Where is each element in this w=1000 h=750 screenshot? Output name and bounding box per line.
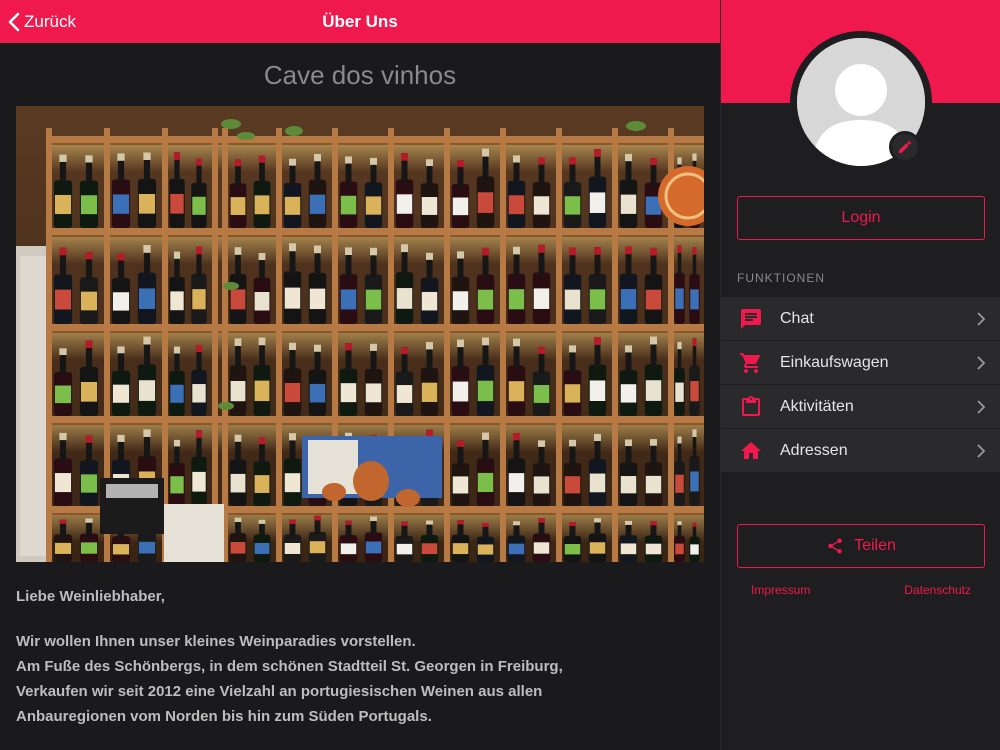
- share-button[interactable]: Teilen: [737, 524, 985, 568]
- app-root: Zurück Über Uns Cave dos vinhos Liebe We…: [0, 0, 1000, 750]
- menu-item-chat[interactable]: Chat: [721, 297, 1000, 341]
- side-panel: Login FUNKTIONEN Chat Einkaufswagen Akti…: [720, 0, 1000, 750]
- pencil-icon: [899, 140, 911, 153]
- edit-avatar-button[interactable]: [889, 131, 921, 163]
- clipboard-icon: [742, 396, 760, 416]
- chevron-right-icon: [977, 356, 985, 370]
- menu-item-addresses[interactable]: Adressen: [721, 429, 1000, 473]
- menu-item-label: Chat: [780, 310, 814, 327]
- about-line: Am Fuße des Schönbergs, in dem schönen S…: [16, 658, 563, 675]
- menu-item-activities[interactable]: Aktivitäten: [721, 385, 1000, 429]
- cart-icon: [740, 353, 761, 373]
- menu-item-cart[interactable]: Einkaufswagen: [721, 341, 1000, 385]
- login-button[interactable]: Login: [737, 196, 985, 240]
- menu-item-label: Adressen: [780, 442, 848, 459]
- chevron-right-icon: [977, 312, 985, 326]
- impressum-link[interactable]: Impressum: [751, 583, 810, 597]
- about-line: Wir wollen Ihnen unser kleines Weinparad…: [16, 633, 416, 650]
- content-heading: Cave dos vinhos: [263, 60, 457, 90]
- greeting-text: Liebe Weinliebhaber,: [16, 588, 165, 605]
- datenschutz-link[interactable]: Datenschutz: [904, 583, 971, 597]
- main-content: Zurück Über Uns Cave dos vinhos Liebe We…: [0, 0, 720, 750]
- chat-icon: [741, 309, 761, 329]
- top-bar: Zurück Über Uns: [0, 0, 720, 43]
- home-icon: [741, 442, 761, 459]
- about-line: Anbauregionen vom Norden bis hin zum Süd…: [16, 708, 432, 725]
- menu-item-label: Aktivitäten: [780, 398, 854, 415]
- chevron-right-icon: [977, 444, 985, 458]
- functions-menu: Chat Einkaufswagen Aktivitäten Adressen: [721, 297, 1000, 473]
- chevron-right-icon: [977, 400, 985, 414]
- wine-shelf-photo: [16, 106, 704, 562]
- about-line: Verkaufen wir seit 2012 eine Vielzahl an…: [16, 683, 543, 700]
- share-icon: [828, 538, 842, 554]
- menu-item-label: Einkaufswagen: [780, 354, 889, 371]
- about-text: Liebe Weinliebhaber, Wir wollen Ihnen un…: [16, 588, 706, 729]
- page-title: Über Uns: [322, 12, 398, 31]
- functions-section-label: FUNKTIONEN: [737, 271, 825, 285]
- share-button-label: Teilen: [854, 537, 896, 554]
